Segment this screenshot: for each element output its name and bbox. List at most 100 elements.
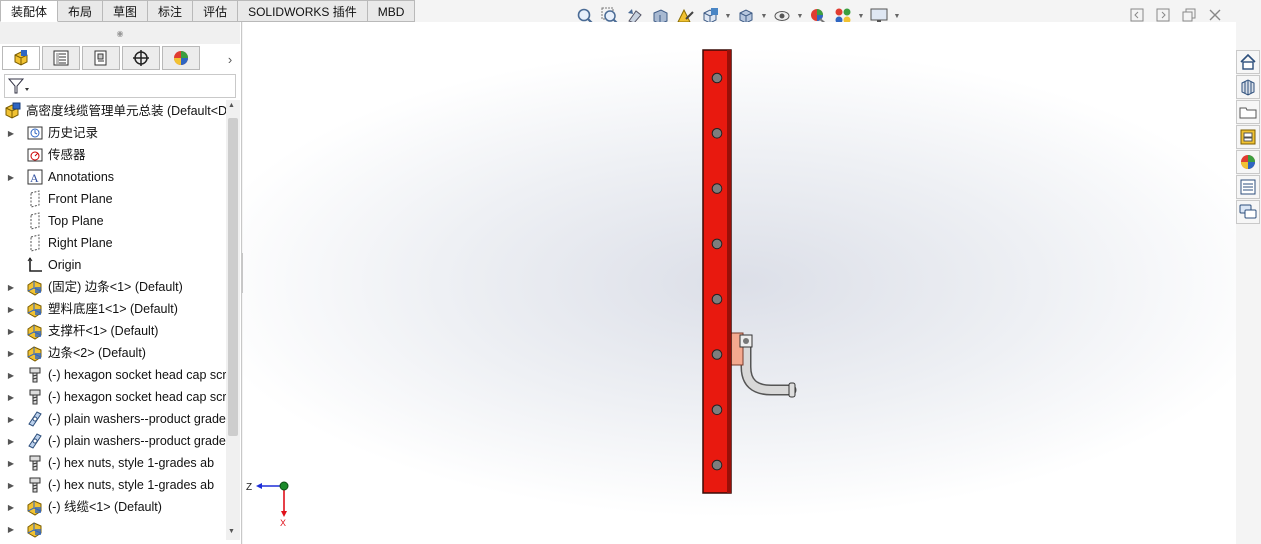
tree-item[interactable]: ▶ (-) hexagon socket head cap scr bbox=[0, 386, 226, 408]
feature-tree: 高密度线缆管理单元总装 (Default<Def ▶ 历史记录传感器 ▶ A Annota… bbox=[0, 100, 226, 540]
rail-hole bbox=[711, 293, 723, 305]
expand-arrow-icon[interactable]: ▶ bbox=[6, 364, 16, 386]
tree-item-label: Annotations bbox=[48, 170, 115, 184]
tree-scrollbar-thumb[interactable] bbox=[228, 118, 238, 436]
expand-arrow-icon[interactable]: ▶ bbox=[6, 298, 16, 320]
expand-arrow-icon[interactable]: ▶ bbox=[6, 320, 16, 342]
file-explorer-icon[interactable] bbox=[1236, 100, 1260, 124]
forum-icon[interactable] bbox=[1236, 200, 1260, 224]
axis-x-label: X bbox=[280, 518, 286, 528]
tree-item[interactable]: Top Plane bbox=[0, 210, 226, 232]
panel-tabs-more-icon[interactable]: › bbox=[222, 48, 238, 70]
tree-item[interactable]: ▶ (-) plain washers--product grade bbox=[0, 408, 226, 430]
tab-6[interactable]: MBD bbox=[367, 0, 416, 22]
expand-arrow-icon[interactable]: ▶ bbox=[6, 386, 16, 408]
view-palette-icon[interactable] bbox=[1236, 125, 1260, 149]
tree-item[interactable]: ▶ (-) hex nuts, style 1-grades ab bbox=[0, 452, 226, 474]
assembly-model[interactable] bbox=[243, 22, 1236, 544]
rail-hole bbox=[711, 349, 723, 360]
tree-item-label: (-) hex nuts, style 1-grades ab bbox=[48, 478, 215, 492]
filter-icon[interactable] bbox=[7, 76, 31, 96]
tab-4[interactable]: 评估 bbox=[193, 0, 239, 22]
sensor-icon bbox=[26, 146, 44, 164]
rail-hole bbox=[711, 459, 723, 471]
expand-arrow-icon[interactable]: ▶ bbox=[6, 452, 16, 474]
tree-item[interactable]: ▶ (-) plain washers--product grade bbox=[0, 430, 226, 452]
part-icon bbox=[26, 278, 44, 296]
origin-icon bbox=[26, 256, 44, 274]
tab-1[interactable]: 布局 bbox=[58, 0, 104, 22]
tree-item[interactable]: 高密度线缆管理单元总装 (Default<Def bbox=[0, 100, 226, 122]
tree-item[interactable]: ▶ A Annotations bbox=[0, 166, 226, 188]
axis-z-label: Z bbox=[246, 482, 252, 493]
tree-item-label: (-) plain washers--product grade bbox=[48, 412, 226, 426]
tree-item-label: 传感器 bbox=[48, 148, 86, 162]
expand-arrow-icon[interactable]: ▶ bbox=[6, 166, 16, 188]
part-icon bbox=[26, 520, 44, 538]
command-manager-tabs: 装配体 布局 草图 标注 评估 SOLIDWORKS 插件 MBD bbox=[0, 0, 416, 22]
panel-splitter-handle[interactable]: ◉ bbox=[0, 22, 240, 44]
tree-item[interactable]: ▶ 历史记录 bbox=[0, 122, 226, 144]
tree-item[interactable]: ▶ 支撑杆<1> (Default) bbox=[0, 320, 226, 342]
tree-item-label: 支撑杆<1> (Default) bbox=[48, 324, 159, 338]
part-icon bbox=[26, 300, 44, 318]
tree-item[interactable]: ▶ bbox=[0, 518, 226, 540]
tree-item[interactable]: ▶ (固定) 边条<1> (Default) bbox=[0, 276, 226, 298]
tree-item-label: 塑料底座1<1> (Default) bbox=[48, 302, 178, 316]
screw-icon bbox=[26, 366, 44, 384]
tree-item[interactable]: 传感器 bbox=[0, 144, 226, 166]
feature-manager-icon[interactable] bbox=[2, 46, 40, 70]
display-manager-icon[interactable] bbox=[162, 46, 200, 70]
scroll-down-icon[interactable]: ▼ bbox=[228, 528, 235, 535]
rail-part[interactable] bbox=[702, 49, 732, 494]
tree-item[interactable]: Front Plane bbox=[0, 188, 226, 210]
tree-item-label: (-) hexagon socket head cap scr bbox=[48, 368, 226, 382]
tree-filter[interactable] bbox=[4, 74, 236, 98]
axis-triad: Z X bbox=[246, 481, 289, 528]
tree-item-label: 历史记录 bbox=[48, 126, 99, 140]
graphics-area[interactable] bbox=[243, 22, 1236, 544]
expand-arrow-icon[interactable]: ▶ bbox=[6, 342, 16, 364]
expand-arrow-icon[interactable]: ▶ bbox=[6, 276, 16, 298]
property-manager-icon[interactable] bbox=[42, 46, 80, 70]
tree-item[interactable]: Origin bbox=[0, 254, 226, 276]
tree-item[interactable]: ▶ (-) hex nuts, style 1-grades ab bbox=[0, 474, 226, 496]
annotations-icon: A bbox=[26, 168, 44, 186]
tree-item-label: (-) 线缆<1> (Default) bbox=[48, 500, 162, 514]
expand-arrow-icon[interactable]: ▶ bbox=[6, 408, 16, 430]
expand-arrow-icon[interactable]: ▶ bbox=[6, 474, 16, 496]
cable-end-cap[interactable] bbox=[788, 382, 796, 398]
home-icon[interactable] bbox=[1236, 50, 1260, 74]
scroll-up-icon[interactable]: ▲ bbox=[228, 102, 235, 109]
tree-item[interactable]: ▶ (-) hexagon socket head cap scr bbox=[0, 364, 226, 386]
task-pane bbox=[1236, 50, 1261, 224]
svg-text:A: A bbox=[30, 171, 39, 185]
expand-arrow-icon[interactable]: ▶ bbox=[6, 430, 16, 452]
dimxpert-manager-icon[interactable] bbox=[122, 46, 160, 70]
configuration-manager-icon[interactable] bbox=[82, 46, 120, 70]
expand-arrow-icon[interactable]: ▶ bbox=[6, 518, 16, 540]
plane-icon bbox=[26, 234, 44, 252]
tree-item[interactable]: ▶ 边条<2> (Default) bbox=[0, 342, 226, 364]
tab-2[interactable]: 草图 bbox=[103, 0, 149, 22]
washer-icon bbox=[26, 410, 44, 428]
tree-item-label: Front Plane bbox=[48, 192, 113, 206]
tab-0[interactable]: 装配体 bbox=[0, 0, 59, 22]
tree-item[interactable]: Right Plane bbox=[0, 232, 226, 254]
tree-item-label: 高密度线缆管理单元总装 (Default<Def bbox=[26, 104, 226, 118]
appearances-icon[interactable] bbox=[1236, 150, 1260, 174]
expand-arrow-icon[interactable]: ▶ bbox=[6, 122, 16, 144]
custom-properties-icon[interactable] bbox=[1236, 175, 1260, 199]
rail-hole bbox=[711, 404, 723, 416]
tree-item[interactable]: ▶ 塑料底座1<1> (Default) bbox=[0, 298, 226, 320]
design-library-icon[interactable] bbox=[1236, 75, 1260, 99]
tab-5[interactable]: SOLIDWORKS 插件 bbox=[238, 0, 368, 22]
tree-item-label: Origin bbox=[48, 258, 82, 272]
plane-icon bbox=[26, 190, 44, 208]
tree-item[interactable]: ▶ (-) 线缆<1> (Default) bbox=[0, 496, 226, 518]
expand-arrow-icon[interactable]: ▶ bbox=[6, 496, 16, 518]
part-icon bbox=[26, 344, 44, 362]
part-icon bbox=[26, 322, 44, 340]
tree-item-label: Top Plane bbox=[48, 214, 104, 228]
tab-3[interactable]: 标注 bbox=[148, 0, 194, 22]
